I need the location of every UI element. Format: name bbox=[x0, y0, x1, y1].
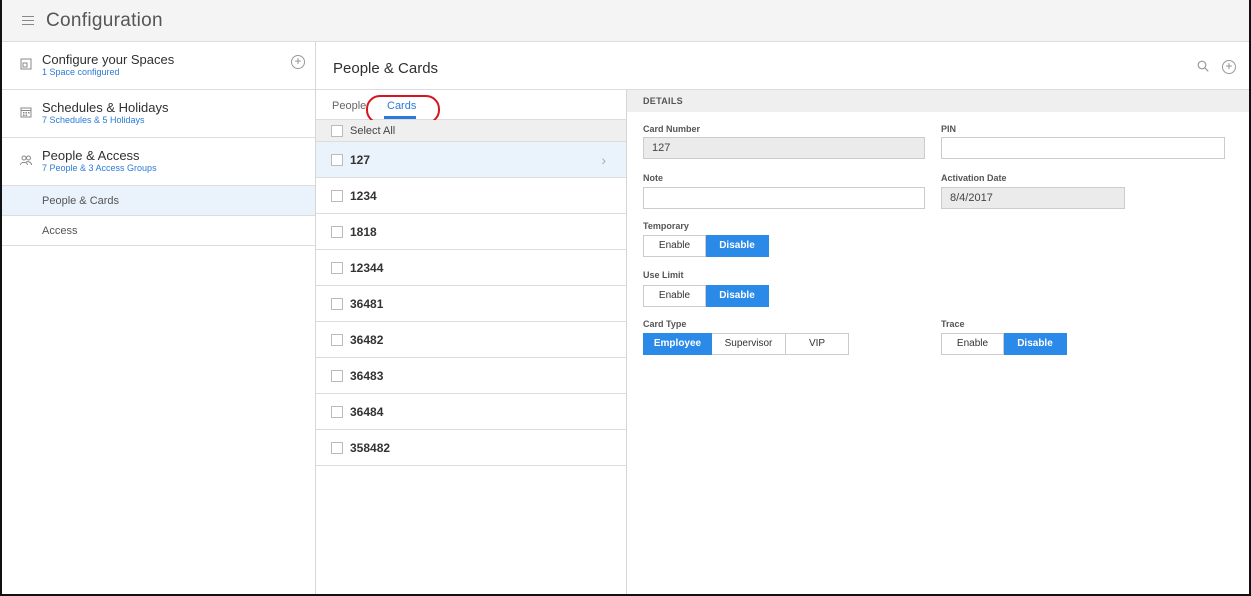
note-field[interactable] bbox=[643, 187, 925, 209]
tab-bar: People Cards bbox=[316, 90, 626, 124]
list-item[interactable]: 36482 bbox=[316, 322, 626, 358]
temporary-disable-button[interactable]: Disable bbox=[706, 235, 769, 257]
list-item[interactable]: 1234 bbox=[316, 178, 626, 214]
activation-date-field: 8/4/2017 bbox=[941, 187, 1125, 209]
card-number-text: 36483 bbox=[350, 369, 384, 383]
trace-label: Trace bbox=[941, 319, 965, 329]
sidebar-section-spaces[interactable]: Configure your Spaces 1 Space configured… bbox=[2, 42, 315, 90]
list-item[interactable]: 127 › bbox=[316, 142, 626, 178]
card-type-label: Card Type bbox=[643, 319, 687, 329]
sidebar-item-access[interactable]: Access bbox=[2, 216, 315, 246]
card-type-toggle: Employee Supervisor VIP bbox=[643, 333, 849, 355]
row-checkbox[interactable] bbox=[331, 442, 343, 454]
row-checkbox[interactable] bbox=[331, 154, 343, 166]
card-number-text: 12344 bbox=[350, 261, 384, 275]
card-type-employee-button[interactable]: Employee bbox=[643, 333, 712, 355]
card-number-text: 1234 bbox=[350, 189, 377, 203]
list-item[interactable]: 1818 bbox=[316, 214, 626, 250]
search-icon[interactable] bbox=[1197, 60, 1209, 72]
card-type-supervisor-button[interactable]: Supervisor bbox=[712, 333, 786, 355]
list-item[interactable]: 36484 bbox=[316, 394, 626, 430]
temporary-toggle: Enable Disable bbox=[643, 235, 769, 257]
use-limit-label: Use Limit bbox=[643, 270, 684, 280]
sidebar-section-title: Configure your Spaces bbox=[42, 52, 175, 67]
space-icon bbox=[20, 58, 32, 70]
calendar-icon bbox=[20, 107, 32, 118]
card-type-vip-button[interactable]: VIP bbox=[786, 333, 849, 355]
panel-header: People & Cards + bbox=[316, 42, 1249, 90]
card-number-text: 36481 bbox=[350, 297, 384, 311]
row-checkbox[interactable] bbox=[331, 262, 343, 274]
list-item[interactable]: 12344 bbox=[316, 250, 626, 286]
use-limit-enable-button[interactable]: Enable bbox=[643, 285, 706, 307]
temporary-label: Temporary bbox=[643, 221, 689, 231]
page-title: People & Cards bbox=[333, 60, 439, 77]
add-card-icon[interactable]: + bbox=[1222, 60, 1236, 74]
note-label: Note bbox=[643, 173, 663, 183]
sidebar-section-schedules[interactable]: Schedules & Holidays 7 Schedules & 5 Hol… bbox=[2, 90, 315, 138]
sidebar-section-title: Schedules & Holidays bbox=[42, 100, 169, 115]
card-number-text: 36482 bbox=[350, 333, 384, 347]
row-checkbox[interactable] bbox=[331, 226, 343, 238]
sidebar-section-people-access[interactable]: People & Access 7 People & 3 Access Grou… bbox=[2, 138, 315, 186]
row-checkbox[interactable] bbox=[331, 406, 343, 418]
list-item[interactable]: 358482 bbox=[316, 430, 626, 466]
select-all-label: Select All bbox=[350, 125, 396, 137]
use-limit-disable-button[interactable]: Disable bbox=[706, 285, 769, 307]
sidebar-item-people-cards[interactable]: People & Cards bbox=[2, 186, 315, 216]
trace-toggle: Enable Disable bbox=[941, 333, 1067, 355]
select-all-row[interactable]: Select All bbox=[316, 120, 626, 142]
activation-date-label: Activation Date bbox=[941, 173, 1007, 183]
row-checkbox[interactable] bbox=[331, 370, 343, 382]
sidebar-section-subtitle: 1 Space configured bbox=[42, 67, 120, 77]
add-space-icon[interactable]: + bbox=[291, 55, 305, 69]
card-list: 127 › 1234 1818 12344 36481 36482 36483 36484 358… bbox=[316, 142, 626, 466]
use-limit-toggle: Enable Disable bbox=[643, 285, 769, 307]
card-number-field: 127 bbox=[643, 137, 925, 159]
trace-disable-button[interactable]: Disable bbox=[1004, 333, 1067, 355]
card-number-text: 1818 bbox=[350, 225, 377, 239]
pin-label: PIN bbox=[941, 124, 957, 134]
pin-field[interactable] bbox=[941, 137, 1225, 159]
app-title: Configuration bbox=[46, 9, 163, 31]
sidebar-section-title: People & Access bbox=[42, 148, 140, 163]
row-checkbox[interactable] bbox=[331, 298, 343, 310]
tab-people[interactable]: People bbox=[332, 100, 366, 112]
people-icon bbox=[20, 155, 32, 166]
list-item[interactable]: 36481 bbox=[316, 286, 626, 322]
sidebar-section-subtitle: 7 People & 3 Access Groups bbox=[42, 163, 157, 173]
card-number-text: 358482 bbox=[350, 441, 391, 455]
details-panel: DETAILS Card Number 127 PIN Note Activat… bbox=[627, 90, 1249, 594]
card-number-label: Card Number bbox=[643, 124, 701, 134]
list-item[interactable]: 36483 bbox=[316, 358, 626, 394]
details-header: DETAILS bbox=[627, 90, 1249, 112]
row-checkbox[interactable] bbox=[331, 334, 343, 346]
sidebar-section-subtitle: 7 Schedules & 5 Holidays bbox=[42, 115, 145, 125]
temporary-enable-button[interactable]: Enable bbox=[643, 235, 706, 257]
sidebar: Configure your Spaces 1 Space configured… bbox=[2, 42, 316, 594]
select-all-checkbox[interactable] bbox=[331, 125, 343, 137]
row-checkbox[interactable] bbox=[331, 190, 343, 202]
hamburger-menu-icon[interactable] bbox=[22, 15, 34, 26]
card-number-text: 36484 bbox=[350, 405, 384, 419]
card-number-text: 127 bbox=[350, 153, 371, 167]
trace-enable-button[interactable]: Enable bbox=[941, 333, 1004, 355]
card-list-panel: People Cards Select All 127 › 1234 1818 1234… bbox=[316, 90, 627, 594]
chevron-right-icon: › bbox=[601, 152, 606, 168]
top-bar: Configuration bbox=[2, 0, 1249, 42]
